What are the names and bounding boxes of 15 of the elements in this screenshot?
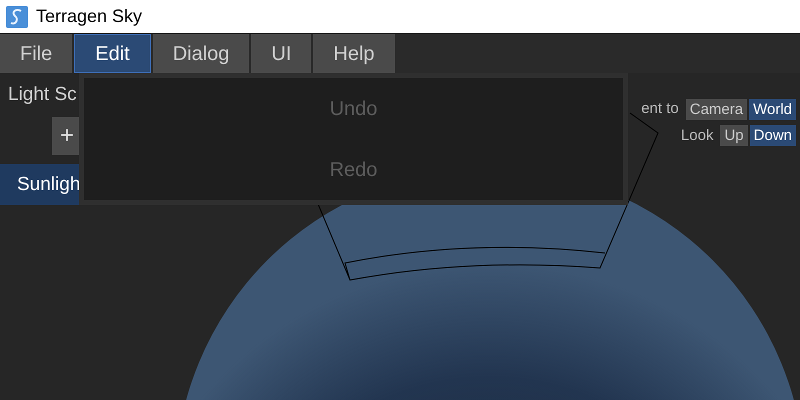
menu-item[interactable]: Dialog [152,34,250,73]
menu-item[interactable]: Edit [74,34,151,73]
app-logo-icon [6,6,28,28]
toggle-option[interactable]: Down [750,125,796,146]
toggle-option[interactable]: World [749,98,796,120]
window-title: Terragen Sky [36,5,142,28]
toggle-option[interactable]: Up [720,125,748,146]
panel-heading: Light Sc [8,83,77,107]
toggle-label: Look [680,126,714,146]
menu-item[interactable]: Help [313,34,395,73]
add-button[interactable]: + [52,117,82,155]
toggle-label: ent to [641,99,679,119]
toggle-option[interactable]: Camera [686,98,748,120]
menu-item[interactable]: UI [251,34,312,73]
menu-item[interactable]: File [0,34,72,73]
